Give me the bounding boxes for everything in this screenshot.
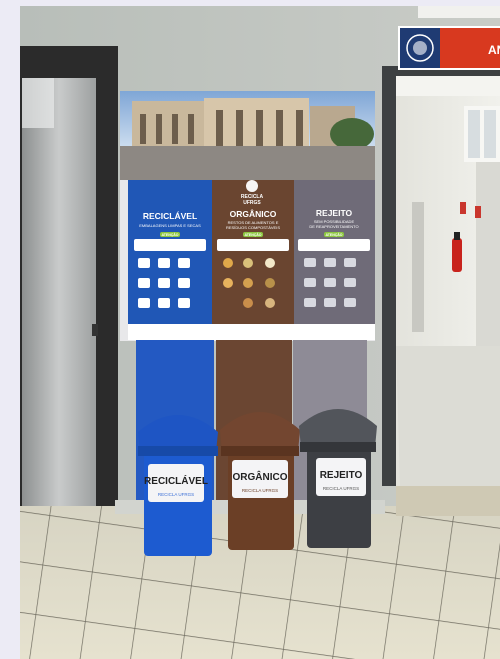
bin-rejeito: REJEITO RECICLA UFRGS <box>299 409 377 548</box>
bin-label-rejeito: REJEITO <box>320 470 363 481</box>
poster-subtitle-organico-2: RESÍDUOS COMPOSTÁVEIS <box>226 225 280 230</box>
recycling-poster: RECICLA UFRGS RECICLÁVEL EMBALAGENS LIMP… <box>120 91 375 341</box>
poster-title-reciclavel: RECICLÁVEL <box>143 211 197 221</box>
photo-frame: RECICLA UFRGS RECICLÁVEL EMBALAGENS LIMP… <box>0 0 500 659</box>
door-sign-text: AN <box>488 43 500 57</box>
poster-attention-rejeito: ATENÇÃO <box>325 232 342 237</box>
poster-subtitle-rejeito-2: DE REAPROVEITAMENTO <box>309 224 358 229</box>
poster-attention-reciclavel: ATENÇÃO <box>161 232 178 237</box>
bin-brand-reciclavel: RECICLA UFRGS <box>158 492 194 497</box>
poster-title-rejeito: REJEITO <box>316 208 353 218</box>
elevator-door <box>20 46 118 526</box>
poster-subtitle-reciclavel: EMBALAGENS LIMPAS E SECAS <box>139 223 201 228</box>
bin-brand-rejeito: RECICLA UFRGS <box>323 486 359 491</box>
poster-logo-line2: UFRGS <box>243 200 261 206</box>
fire-extinguisher <box>452 238 462 272</box>
bin-label-reciclavel: RECICLÁVEL <box>144 474 208 487</box>
bin-label-organico: ORGÂNICO <box>233 470 288 483</box>
bin-reciclavel: RECICLÁVEL RECICLA UFRGS <box>138 415 218 556</box>
photo-scene: RECICLA UFRGS RECICLÁVEL EMBALAGENS LIMP… <box>20 6 500 659</box>
recicla-logo-icon <box>246 180 258 192</box>
corridor <box>382 66 500 516</box>
recycling-bins-photo: RECICLA UFRGS RECICLÁVEL EMBALAGENS LIMP… <box>20 6 500 659</box>
poster-attention-organico: ATENÇÃO <box>244 232 261 237</box>
bin-organico: ORGÂNICO RECICLA UFRGS <box>220 412 300 550</box>
poster-title-organico: ORGÂNICO <box>230 208 277 219</box>
bin-brand-organico: RECICLA UFRGS <box>242 488 278 493</box>
